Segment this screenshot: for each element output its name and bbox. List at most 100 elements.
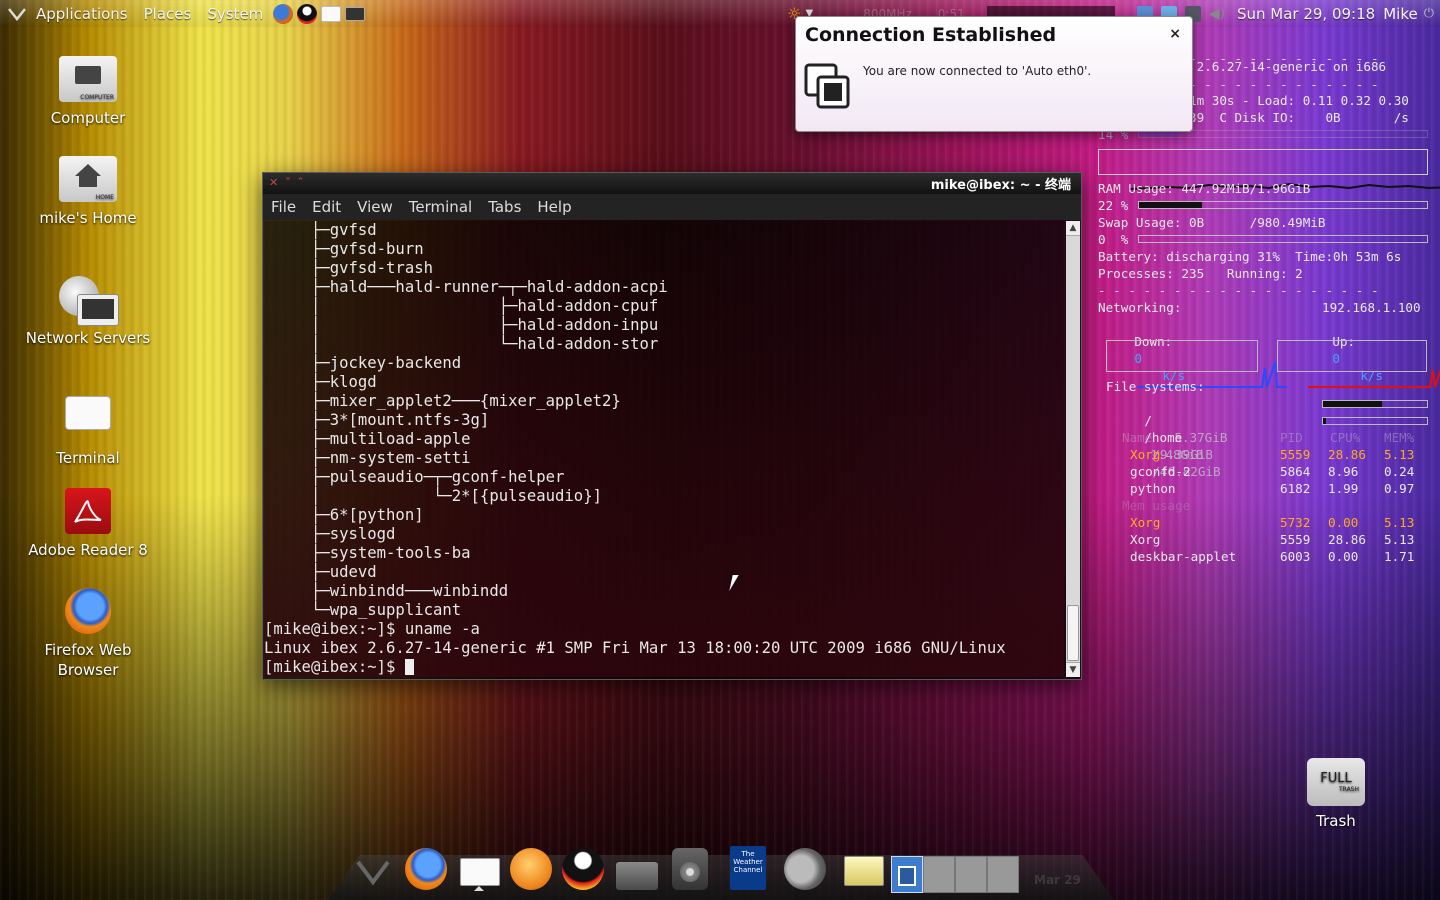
workspace-2[interactable] xyxy=(923,856,955,893)
process-mem: 1.71 xyxy=(1384,549,1415,564)
terminal-line: ├─klogd xyxy=(264,373,377,391)
volume-icon[interactable]: ◀) xyxy=(1209,6,1225,22)
ubuntu-menu-icon[interactable] xyxy=(354,858,392,890)
mem-usage-label: Mem usage xyxy=(1122,498,1191,513)
top-panel: Applications Places System ☼ ▼ 800MHz 0:… xyxy=(0,0,1440,27)
menu-tabs[interactable]: Tabs xyxy=(488,198,521,216)
menu-help[interactable]: Help xyxy=(537,198,571,216)
applications-menu[interactable]: Applications xyxy=(28,5,136,23)
menu-view[interactable]: View xyxy=(357,198,393,216)
terminal-line: ├─gvfsd xyxy=(264,221,377,239)
terminal-line: ├─mixer_applet2───{mixer_applet2} xyxy=(264,392,621,410)
window-controls[interactable]: ✕ˇˆ xyxy=(269,176,310,189)
text-cursor xyxy=(404,659,414,675)
process-name: python xyxy=(1130,481,1176,496)
network-servers-icon xyxy=(59,276,119,326)
terminal-line: └─wpa_supplicant xyxy=(264,601,462,619)
volume-icon[interactable] xyxy=(784,848,826,890)
process-mem: 0.24 xyxy=(1384,464,1415,479)
process-cpu: 1.99 xyxy=(1328,481,1359,496)
proc-header-cpu: CPU% xyxy=(1330,430,1361,445)
workspace-3[interactable] xyxy=(955,856,987,893)
process-pid: 5732 xyxy=(1280,515,1311,530)
firefox-launcher-icon[interactable] xyxy=(273,3,294,24)
home-badge: HOME xyxy=(95,194,114,201)
process-pid: 6182 xyxy=(1280,481,1311,496)
trash-full-icon: FULL TRASH xyxy=(1307,758,1365,806)
conky-swap: Swap Usage: 0B /980.49MiB xyxy=(1098,215,1326,230)
desktop-icon-label: Firefox Web Browser xyxy=(44,641,132,679)
desktop-icon-adobe-reader[interactable]: Adobe Reader 8 xyxy=(18,488,158,560)
conky-battery: Battery: discharging 31% Time:0h 53m 6s xyxy=(1098,249,1402,264)
desktop-icon-home[interactable]: HOME mike's Home xyxy=(18,156,158,228)
pidgin-icon[interactable] xyxy=(510,848,552,890)
menu-file[interactable]: File xyxy=(271,198,296,216)
download-graph xyxy=(1106,340,1288,388)
computer-badge: COMPUTER xyxy=(80,94,114,101)
terminal-line: │ ├─hald-addon-inpu xyxy=(264,316,659,334)
desktop-icon-computer[interactable]: COMPUTER Computer xyxy=(18,56,158,128)
workspace-4[interactable] xyxy=(987,856,1019,893)
terminal-line: ├─syslogd xyxy=(264,525,396,543)
mail-launcher-icon[interactable] xyxy=(345,6,366,21)
network-connected-icon xyxy=(804,63,852,111)
process-mem: 5.13 xyxy=(1384,515,1415,530)
scrollbar-thumb[interactable] xyxy=(1067,605,1079,661)
desktop-icon-trash[interactable]: FULL TRASH Trash xyxy=(1300,758,1372,830)
scroll-up-icon[interactable]: ▲ xyxy=(1066,221,1080,236)
ubuntu-logo-icon[interactable] xyxy=(6,3,28,25)
process-pid: 6003 xyxy=(1280,549,1311,564)
process-cpu: 8.96 xyxy=(1328,464,1359,479)
terminal-line: ├─winbindd───winbindd xyxy=(264,582,509,600)
speaker-icon[interactable] xyxy=(672,848,708,890)
trash-badge: FULL xyxy=(1320,771,1352,786)
terminal-titlebar[interactable]: ✕ˇˆ mike@ibex: ~ - 终端 xyxy=(263,173,1081,194)
menu-terminal[interactable]: Terminal xyxy=(409,198,472,216)
computer-icon: COMPUTER xyxy=(59,56,117,102)
process-pid: 5559 xyxy=(1280,447,1311,462)
desktop-icon-firefox[interactable]: Firefox Web Browser xyxy=(18,588,158,680)
weather-icon[interactable]: The Weather Channel xyxy=(730,846,766,890)
terminal-line: [mike@ibex:~]$ xyxy=(264,658,1064,677)
scroll-down-icon[interactable]: ▼ xyxy=(1066,662,1080,677)
process-mem: 0.97 xyxy=(1384,481,1415,496)
terminal-menubar: File Edit View Terminal Tabs Help xyxy=(263,194,1081,220)
proc-header-name: Name xyxy=(1122,430,1153,445)
process-cpu: 0.00 xyxy=(1328,515,1359,530)
terminal-line: Linux ibex 2.6.27-14-generic #1 SMP Fri … xyxy=(264,639,1006,657)
qq-launcher-icon[interactable] xyxy=(297,3,318,24)
user-menu[interactable]: Mike xyxy=(1383,5,1418,23)
logout-icon[interactable]: ⏻ xyxy=(1424,6,1434,21)
firefox-icon[interactable] xyxy=(405,848,447,890)
notification-popup[interactable]: Connection Established × You are now con… xyxy=(795,16,1193,132)
home-folder-icon: HOME xyxy=(59,156,117,202)
swap-bar xyxy=(1138,235,1428,243)
desktop-icon-label: Network Servers xyxy=(25,329,151,347)
terminal-title: mike@ibex: ~ - 终端 xyxy=(930,178,1071,193)
fs-root-bar xyxy=(1322,400,1428,408)
desktop-icon-network-servers[interactable]: Network Servers xyxy=(18,276,158,348)
conky-ip: 192.168.1.100 xyxy=(1322,300,1421,315)
clock[interactable]: Sun Mar 29, 09:18 xyxy=(1237,5,1375,23)
fs-home-bar xyxy=(1322,417,1428,425)
terminal-scrollbar[interactable]: ▲ ▼ xyxy=(1066,221,1080,677)
notes-icon[interactable] xyxy=(844,856,884,886)
workspace-1[interactable] xyxy=(891,856,923,893)
terminal-icon[interactable] xyxy=(460,858,500,886)
process-cpu: 28.86 xyxy=(1328,447,1366,462)
proc-header-mem: MEM% xyxy=(1384,430,1415,445)
terminal-icon xyxy=(65,396,111,430)
terminal-window[interactable]: ✕ˇˆ mike@ibex: ~ - 终端 File Edit View Ter… xyxy=(262,172,1082,680)
drive-icon[interactable] xyxy=(616,862,658,890)
process-name: deskbar-applet xyxy=(1130,549,1237,564)
terminal-line: ├─udevd xyxy=(264,563,377,581)
qq-icon[interactable] xyxy=(562,848,604,890)
system-menu[interactable]: System xyxy=(199,5,271,23)
desktop-icon-terminal[interactable]: Terminal xyxy=(18,396,158,468)
menu-edit[interactable]: Edit xyxy=(312,198,341,216)
places-menu[interactable]: Places xyxy=(136,5,200,23)
terminal-line: ├─multiload-apple xyxy=(264,430,471,448)
terminal-launcher-icon[interactable] xyxy=(321,5,342,22)
terminal-output[interactable]: ├─gvfsd ├─gvfsd-burn ├─gvfsd-trash ├─hal… xyxy=(264,221,1064,677)
close-icon[interactable]: × xyxy=(1169,26,1181,42)
